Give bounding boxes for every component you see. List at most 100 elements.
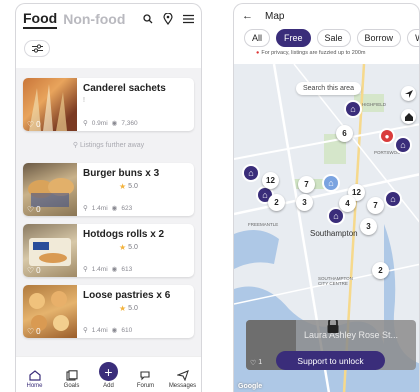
star-icon: ★ [119,304,127,313]
nav-label: Home [26,383,43,389]
nav-forum[interactable]: Forum [131,370,161,389]
views: 7,360 [121,119,138,127]
listing-card[interactable]: ♡ 0 Burger buns x 3 ★ 5.0 ⚲ 1.4mi ◉ 623 [23,163,194,216]
rating-value: 5.0 [128,305,138,312]
listing-photo: ♡ 0 [23,224,77,277]
cluster-marker[interactable]: 12 [262,172,279,189]
likes-count: 0 [36,120,41,129]
sliders-icon [31,44,43,53]
support-to-unlock-button[interactable]: Support to unlock [276,351,385,370]
eye-icon: ◉ [111,120,118,127]
home-location-icon[interactable] [401,109,416,124]
likes-badge: ♡ 1 [250,359,262,367]
listing-rating: ★ 5.0 [83,243,194,252]
pin-icon: ⚲ [83,266,88,273]
nav-label: Add [103,383,114,389]
map-view[interactable]: Search this area HIGHFIELD PORTSWOOD FRE… [234,64,419,392]
nav-label: Goals [63,383,80,389]
pin-icon: ⚲ [83,327,88,334]
views: 610 [121,326,133,334]
cluster-marker[interactable]: 3 [360,218,377,235]
likes-badge: ♡ 0 [27,327,41,336]
cluster-marker[interactable]: 2 [372,262,389,279]
listing-marker[interactable]: ⌂ [384,190,402,208]
listing-photo: ♡ 0 [23,163,77,216]
pin-icon: ⚲ [83,205,88,212]
top-bar: Food Non-food [16,4,201,34]
likes-count: 1 [258,359,263,366]
area-label-city-centre: SOUTHAMPTON CITY CENTRE [318,276,353,286]
likes-badge: ♡ 0 [27,205,41,214]
star-icon: ★ [119,243,127,252]
listing-title: Burger buns x 3 [83,168,160,179]
heart-icon: ♡ [27,266,35,275]
distance: 1.4mi [91,204,108,212]
google-logo: Google [238,383,263,390]
nav-add[interactable]: + Add [94,362,124,389]
chip-wanted[interactable]: Wa [407,29,419,47]
listing-card[interactable]: ♡ 0 Hotdogs rolls x 2 ★ 5.0 ⚲ 1.4mi ◉ 613 [23,224,194,277]
city-label: Southampton [310,229,358,238]
further-away-separator: ⚲ Listings further away [23,141,194,149]
nav-label: Forum [136,383,155,389]
chip-all[interactable]: All [244,29,271,47]
listing-marker[interactable]: ⌂ [344,100,362,118]
nav-home[interactable]: Home [20,370,50,389]
area-label-freemantle: FREEMANTLE [248,222,279,227]
distance: 1.4mi [91,326,108,334]
cluster-marker[interactable]: 7 [298,176,315,193]
nav-messages[interactable]: Messages [168,370,198,389]
compass-icon[interactable] [401,86,416,101]
tab-non-food[interactable]: Non-food [63,11,125,27]
area-label-highfield: HIGHFIELD [362,102,387,107]
map-screen: ← Map All Free Sale Borrow Wa ●For priva… [233,3,420,392]
nav-label: Messages [168,383,197,389]
eye-icon: ◉ [111,205,118,212]
views: 613 [121,265,133,273]
cluster-marker[interactable]: 2 [268,194,285,211]
page-title: Map [265,10,285,22]
listing-photo: ♡ 0 [23,78,77,131]
listing-card[interactable]: ♡ 0 Canderel sachets ! ⚲ 0.9mi ◉ 7,360 [23,78,194,131]
views: 623 [121,204,133,212]
heart-icon: ♡ [27,327,35,336]
chip-free[interactable]: Free [276,29,311,47]
listing-marker[interactable]: ⌂ [394,136,412,154]
tab-food[interactable]: Food [23,10,58,29]
cluster-marker[interactable]: 7 [367,197,384,214]
listing-rating: ★ 5.0 [83,304,194,313]
listing-marker[interactable]: ● [379,128,395,144]
cluster-marker[interactable]: 3 [296,194,313,211]
screenshot-stage: Food Non-food ♡ 0 Canderel sachets ! ⚲ 0… [0,0,420,392]
heart-icon: ♡ [27,120,35,129]
distance: 0.9mi [91,119,108,127]
eye-icon: ◉ [111,327,118,334]
nav-goals[interactable]: Goals [57,370,87,389]
home-icon [28,370,41,381]
listing-card[interactable]: ♡ 0 Loose pastries x 6 ★ 5.0 ⚲ 1.4mi ◉ 610 [23,285,194,338]
search-icon[interactable] [142,13,154,25]
cluster-marker[interactable]: 6 [336,125,353,142]
pin-icon: ● [256,49,260,56]
listing-marker[interactable]: ⌂ [322,174,340,192]
chip-borrow[interactable]: Borrow [356,29,402,47]
listing-subtitle: ! [83,97,85,104]
cluster-marker[interactable]: 4 [339,195,356,212]
pin-icon: ⚲ [72,142,78,149]
likes-count: 0 [36,327,41,336]
menu-icon[interactable] [182,13,194,25]
listing-marker[interactable]: ⌂ [242,164,260,182]
listing-title: Laura Ashley Rose St... [304,330,399,340]
listing-meta: ⚲ 1.4mi ◉ 613 [83,265,133,274]
back-arrow-icon[interactable]: ← [242,10,253,22]
likes-badge: ♡ 0 [27,120,41,129]
privacy-note: ● For privacy, listings are fuzzied up to… [234,48,419,57]
listing-meta: ⚲ 0.9mi ◉ 7,360 [83,119,138,128]
chip-sale[interactable]: Sale [316,29,351,47]
likes-badge: ♡ 0 [27,266,41,275]
forum-icon [139,371,150,381]
location-pin-icon[interactable] [162,13,174,25]
search-this-area-button[interactable]: Search this area [296,82,361,95]
filter-button[interactable] [24,40,50,57]
distance: 1.4mi [91,265,108,273]
